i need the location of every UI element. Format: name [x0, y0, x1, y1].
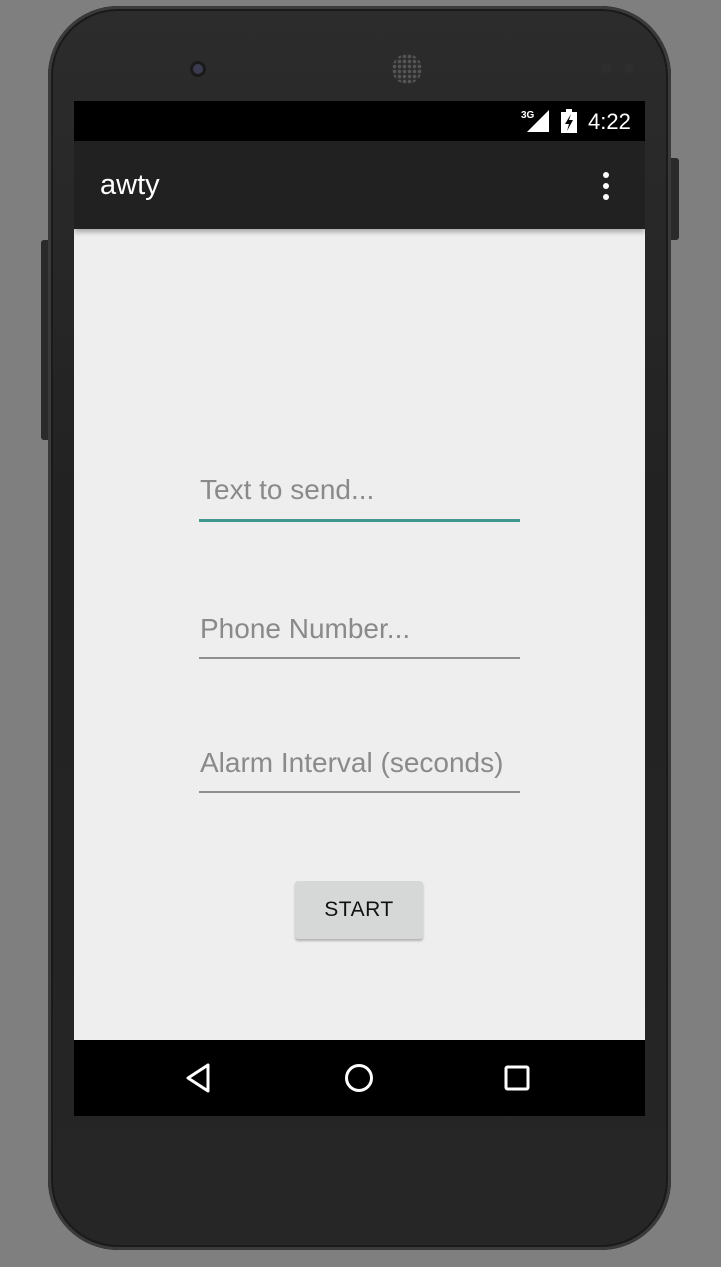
navigation-bar	[74, 1040, 645, 1116]
light-sensor	[624, 63, 634, 73]
battery-charging-icon	[561, 109, 577, 133]
home-icon[interactable]	[339, 1058, 379, 1098]
earpiece-speaker	[392, 54, 422, 84]
recents-icon[interactable]	[497, 1058, 537, 1098]
alarm-interval-input[interactable]	[199, 736, 520, 790]
overflow-menu-icon[interactable]	[592, 169, 620, 203]
app-bar: awty	[74, 141, 645, 229]
phone-number-input[interactable]	[199, 602, 520, 656]
message-input-underline	[199, 519, 520, 522]
app-title: awty	[100, 169, 160, 201]
status-clock: 4:22	[588, 109, 631, 134]
message-text-input[interactable]	[199, 463, 520, 517]
front-camera	[190, 61, 206, 77]
proximity-sensor	[601, 63, 611, 73]
start-button[interactable]: START	[295, 881, 423, 939]
device-screen: 3G 4:22 awty START	[74, 101, 645, 1116]
power-button	[671, 158, 679, 240]
phone-input-underline	[199, 657, 520, 659]
status-bar: 3G 4:22	[74, 101, 645, 141]
back-icon[interactable]	[180, 1058, 220, 1098]
interval-input-underline	[199, 791, 520, 793]
signal-icon	[527, 110, 549, 132]
